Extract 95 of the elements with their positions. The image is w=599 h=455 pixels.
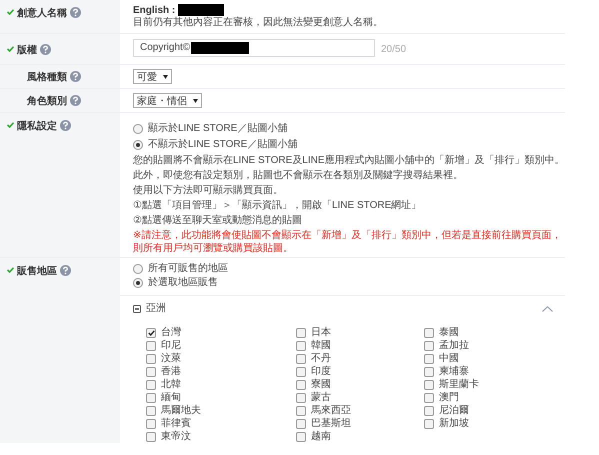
checkbox-label: 柬埔寨 bbox=[439, 365, 469, 378]
checkbox[interactable] bbox=[146, 380, 156, 390]
dropdown[interactable]: 可愛 bbox=[133, 69, 172, 84]
help-icon[interactable] bbox=[70, 71, 81, 82]
checkbox-label: 不丹 bbox=[311, 352, 331, 365]
checkbox-label: 寮國 bbox=[311, 378, 331, 391]
checkbox-label: 澳門 bbox=[439, 391, 459, 404]
checkbox[interactable] bbox=[296, 432, 306, 442]
checkbox-label: 巴基斯坦 bbox=[311, 417, 351, 430]
checkbox[interactable] bbox=[296, 406, 306, 416]
checkbox-label: 汶萊 bbox=[161, 352, 181, 365]
checkbox-label: 馬來西亞 bbox=[311, 404, 351, 417]
checkbox[interactable] bbox=[146, 328, 156, 338]
checkbox[interactable] bbox=[424, 406, 434, 416]
radio-label: 所有可販售的地區 bbox=[148, 262, 228, 276]
checkbox-label: 中國 bbox=[439, 352, 459, 365]
checkbox-label: 台灣 bbox=[161, 326, 181, 339]
checkbox[interactable] bbox=[146, 354, 156, 364]
checkbox-label: 蒙古 bbox=[311, 391, 331, 404]
radio-button[interactable] bbox=[133, 264, 143, 274]
checkbox[interactable] bbox=[424, 392, 434, 402]
checkbox[interactable] bbox=[424, 354, 434, 364]
radio-label: 不顯示於LINE STORE／貼圖小舖 bbox=[148, 138, 298, 152]
checkbox[interactable] bbox=[296, 340, 306, 350]
character-counter: 20/50 bbox=[381, 43, 406, 57]
field-label: 角色類別 bbox=[27, 94, 67, 108]
help-icon[interactable] bbox=[70, 95, 81, 106]
redaction-bar bbox=[178, 4, 224, 16]
copyright-field[interactable]: Copyright© bbox=[133, 39, 375, 57]
checkbox-label: 北韓 bbox=[161, 378, 181, 391]
checkbox-label: 菲律賓 bbox=[161, 417, 191, 430]
checkbox[interactable] bbox=[146, 392, 156, 402]
radio-label: 顯示於LINE STORE／貼圖小舖 bbox=[148, 122, 288, 136]
checkbox[interactable] bbox=[296, 354, 306, 364]
checkbox[interactable] bbox=[146, 340, 156, 350]
check-icon bbox=[7, 122, 14, 128]
checkbox[interactable] bbox=[296, 418, 306, 428]
check-icon bbox=[7, 46, 14, 52]
info-text: ②點選傳送至聊天室或動態消息的貼圖 bbox=[133, 214, 303, 227]
help-icon[interactable] bbox=[60, 265, 71, 276]
caret-icon bbox=[193, 98, 198, 102]
checkbox[interactable] bbox=[424, 366, 434, 376]
checkbox-label: 香港 bbox=[161, 365, 181, 378]
check-icon bbox=[7, 9, 14, 15]
checkbox-label: 韓國 bbox=[311, 339, 331, 352]
chevron-up-icon[interactable] bbox=[542, 306, 553, 312]
checkbox-label: 斯里蘭卡 bbox=[439, 378, 479, 391]
checkbox[interactable] bbox=[424, 418, 434, 428]
dropdown[interactable]: 家庭・情侶 bbox=[133, 93, 202, 108]
checkbox-label: 印度 bbox=[311, 365, 331, 378]
checkbox[interactable] bbox=[424, 380, 434, 390]
info-text: 您的貼圖將不會顯示在LINE STORE及LINE應用程式內貼圖小舖中的「新增」及「排行」類別中。 bbox=[133, 154, 565, 167]
help-icon[interactable] bbox=[60, 120, 71, 131]
field-label: 隱私設定 bbox=[17, 119, 57, 133]
redaction-bar bbox=[191, 42, 250, 54]
checkbox-label: 印尼 bbox=[161, 339, 181, 352]
checkbox[interactable] bbox=[146, 432, 156, 442]
checkbox-label: 尼泊爾 bbox=[439, 404, 469, 417]
checkbox[interactable] bbox=[296, 328, 306, 338]
checkbox-label: 孟加拉 bbox=[439, 339, 469, 352]
checkbox-label: 泰國 bbox=[439, 326, 459, 339]
checkbox[interactable] bbox=[296, 366, 306, 376]
info-text: 此外，即使您有設定類別，貼圖也不會顯示在各類別及關鍵字搜尋結果裡。 bbox=[133, 169, 464, 182]
info-text: ①點選「項目管理」＞「顯示資訊」，開啟「LINE STORE網址」 bbox=[133, 199, 422, 212]
field-label: 版權 bbox=[17, 44, 37, 57]
radio-label: 於選取地區販售 bbox=[148, 276, 218, 290]
radio-button[interactable] bbox=[133, 140, 143, 150]
field-label: 風格種類 bbox=[27, 70, 67, 84]
warning-text: ※請注意，此功能將會使貼圖不會顯示在「新增」及「排行」類別中，但若是直接前往購買頁面，則所有用戶均可瀏覽或購買該貼圖。 bbox=[133, 229, 562, 255]
checkbox[interactable] bbox=[146, 406, 156, 416]
checkbox[interactable] bbox=[296, 380, 306, 390]
help-icon[interactable] bbox=[40, 44, 51, 55]
field-label: 販售地區 bbox=[17, 264, 57, 278]
checkbox[interactable] bbox=[146, 418, 156, 428]
checkbox-label: 新加坡 bbox=[439, 417, 469, 430]
info-text: 使用以下方法即可顯示購買頁面。 bbox=[133, 184, 284, 197]
help-icon[interactable] bbox=[70, 7, 81, 18]
collapse-icon[interactable] bbox=[133, 305, 141, 313]
note-text: 目前仍有其他內容正在審核，因此無法變更創意人名稱。 bbox=[133, 17, 384, 29]
checkbox-label: 日本 bbox=[311, 326, 331, 339]
checkbox-label: 緬甸 bbox=[161, 391, 181, 404]
group-title: 亞洲 bbox=[146, 302, 166, 316]
radio-button[interactable] bbox=[133, 278, 143, 288]
caret-icon bbox=[163, 74, 168, 78]
checkbox[interactable] bbox=[146, 366, 156, 376]
checkbox-label: 越南 bbox=[311, 430, 331, 443]
radio-button[interactable] bbox=[133, 124, 143, 134]
check-icon bbox=[7, 267, 14, 273]
checkbox-label: 馬爾地夫 bbox=[161, 404, 201, 417]
checkbox[interactable] bbox=[424, 328, 434, 338]
checkbox[interactable] bbox=[424, 340, 434, 350]
checkbox-label: 東帝汶 bbox=[161, 430, 191, 443]
field-label: 創意人名稱 bbox=[17, 6, 67, 20]
language-label: English : bbox=[133, 4, 176, 16]
checkbox[interactable] bbox=[296, 392, 306, 402]
